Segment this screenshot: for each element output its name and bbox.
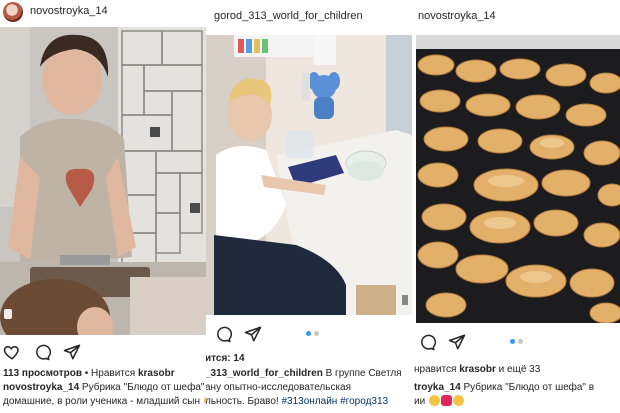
caption-username[interactable]: troyka_14 [414, 382, 461, 393]
caption-line-2: ии [414, 395, 464, 408]
post-video[interactable] [206, 35, 412, 315]
likes-line: ится: 14 [206, 353, 245, 364]
heart-icon[interactable] [3, 343, 21, 361]
video-frame-kitchen [0, 27, 206, 335]
post-card-1: novostroyka_14 113 просмотров • Нравится… [0, 0, 206, 413]
caption-text-2: ии [414, 396, 426, 407]
liked-by-user[interactable]: krasobr [459, 364, 496, 375]
post-video[interactable] [0, 27, 206, 335]
wink-emoji-icon [452, 395, 464, 406]
liked-prefix: нравится [414, 364, 460, 375]
avatar[interactable] [3, 2, 23, 22]
heart-emoji-icon [440, 395, 452, 406]
action-bar [214, 325, 262, 343]
post-image[interactable] [416, 35, 620, 323]
comment-icon[interactable] [418, 333, 436, 351]
post-card-2: gorod_313_world_for_children ится: 14 _3… [206, 0, 412, 413]
caption-username[interactable]: _313_world_for_children [206, 368, 323, 379]
caption-text-3: льность. Браво! [206, 396, 282, 407]
comment-icon[interactable] [214, 325, 232, 343]
share-icon[interactable] [448, 333, 466, 351]
post-card-3: novostroyka_14 нравится krasobr и ещё 33… [412, 0, 620, 413]
caption-text-2: домашние, в роли ученика - младший сын [3, 396, 200, 407]
action-bar [418, 333, 466, 351]
post-username[interactable]: novostroyka_14 [418, 10, 496, 22]
caption-text: Рубрика "Блюдо от шефа" в [460, 382, 595, 393]
liked-by-prefix: • Нравится [81, 368, 138, 379]
video-frame-child-experiment [206, 35, 412, 315]
post-username[interactable]: novostroyka_14 [30, 5, 108, 17]
share-icon[interactable] [63, 343, 81, 361]
views-count: 113 просмотров [3, 368, 82, 379]
likes-line: нравится krasobr и ещё 33 [414, 363, 540, 376]
carousel-indicator [306, 331, 319, 336]
caption-line-3: льность. Браво! #313онлайн #город313 [206, 395, 388, 408]
hashtag-link[interactable]: #313онлайн [281, 396, 337, 407]
caption-line-2: домашние, в роли ученика - младший сын [3, 395, 206, 408]
photo-baked-croissants [416, 35, 620, 323]
hashtag-link[interactable]: #город313 [340, 396, 388, 407]
post-username[interactable]: gorod_313_world_for_children [214, 10, 363, 22]
caption-line-1: troyka_14 Рубрика "Блюдо от шефа" в [414, 381, 594, 394]
caption-line-1: novostroyka_14 Рубрика "Блюдо от шефа" (… [3, 381, 206, 394]
share-icon[interactable] [244, 325, 262, 343]
smile-emoji-icon [428, 395, 440, 406]
caption-line-1: _313_world_for_children В группе Светля [206, 367, 402, 380]
carousel-dot-active [510, 339, 515, 344]
caption-text: Рубрика "Блюдо от шефа" (усл [81, 382, 206, 393]
caption-username[interactable]: novostroyka_14 [3, 382, 79, 393]
action-bar [3, 343, 81, 361]
liked-by-user[interactable]: krasobr [138, 368, 175, 379]
carousel-dot [314, 331, 319, 336]
caption-line-2: ану опытно-исследовательская [206, 382, 352, 393]
carousel-dot-active [306, 331, 311, 336]
views-line: 113 просмотров • Нравится krasobr [3, 367, 175, 380]
comment-icon[interactable] [33, 343, 51, 361]
caption-text: В группе Светля [322, 368, 402, 379]
liked-suffix: и ещё 33 [495, 364, 541, 375]
carousel-indicator [510, 339, 523, 344]
carousel-dot [518, 339, 523, 344]
